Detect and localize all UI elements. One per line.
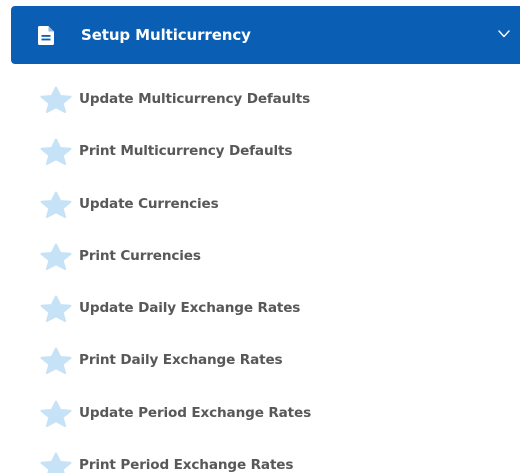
- setup-multicurrency-header[interactable]: Setup Multicurrency: [11, 6, 520, 64]
- menu-item-label: Update Daily Exchange Rates: [79, 300, 301, 317]
- star-icon: [40, 400, 72, 427]
- menu-item-print-currencies[interactable]: Print Currencies: [0, 230, 520, 282]
- multicurrency-menu: Setup Multicurrency Update Multicurrency…: [0, 0, 520, 473]
- menu-list: Update Multicurrency Defaults Print Mult…: [0, 73, 520, 473]
- menu-item-update-period-exchange-rates[interactable]: Update Period Exchange Rates: [0, 387, 520, 439]
- menu-item-label: Print Daily Exchange Rates: [79, 352, 283, 369]
- document-icon: [38, 26, 54, 45]
- star-icon: [40, 191, 72, 218]
- menu-item-label: Update Currencies: [79, 195, 219, 212]
- menu-item-update-multicurrency-defaults[interactable]: Update Multicurrency Defaults: [0, 73, 520, 125]
- star-icon: [40, 347, 72, 375]
- menu-item-label: Print Currencies: [79, 247, 201, 264]
- menu-item-label: Update Multicurrency Defaults: [79, 91, 311, 107]
- menu-item-print-period-exchange-rates[interactable]: Print Period Exchange Rates: [0, 439, 520, 473]
- menu-item-label: Print Multicurrency Defaults: [79, 143, 293, 160]
- menu-item-label: Print Period Exchange Rates: [79, 457, 294, 473]
- chevron-down-icon[interactable]: [498, 30, 510, 38]
- star-icon: [40, 452, 72, 473]
- star-icon: [40, 295, 72, 323]
- menu-item-update-currencies[interactable]: Update Currencies: [0, 178, 520, 230]
- menu-item-label: Update Period Exchange Rates: [79, 404, 312, 421]
- star-icon: [40, 138, 72, 166]
- menu-item-print-daily-exchange-rates[interactable]: Print Daily Exchange Rates: [0, 334, 520, 386]
- star-icon: [40, 86, 72, 113]
- menu-item-print-multicurrency-defaults[interactable]: Print Multicurrency Defaults: [0, 125, 520, 177]
- star-icon: [40, 243, 72, 270]
- menu-title: Setup Multicurrency: [81, 26, 251, 44]
- menu-item-update-daily-exchange-rates[interactable]: Update Daily Exchange Rates: [0, 282, 520, 334]
